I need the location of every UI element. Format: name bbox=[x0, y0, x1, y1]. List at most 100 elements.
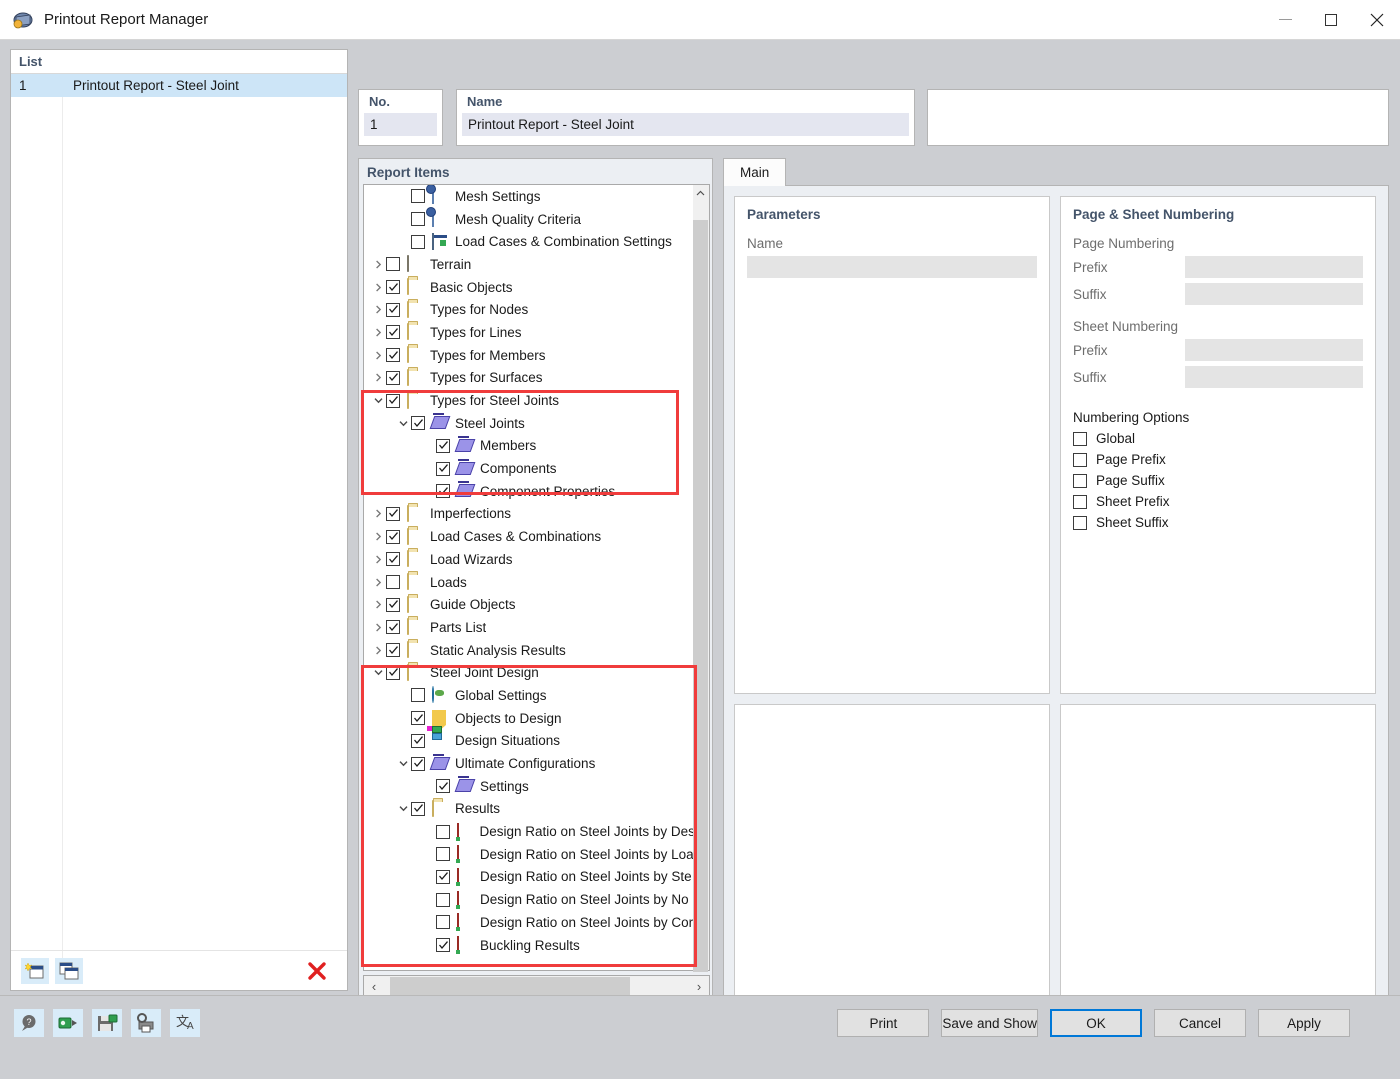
tree-item[interactable]: Steel Joints bbox=[364, 412, 693, 435]
chevron-down-icon[interactable] bbox=[370, 393, 386, 409]
tree-item-checkbox[interactable] bbox=[411, 189, 425, 203]
chevron-down-icon[interactable] bbox=[395, 801, 411, 817]
tree-item-checkbox[interactable] bbox=[386, 620, 400, 634]
list-item[interactable]: 1 Printout Report - Steel Joint bbox=[11, 74, 347, 97]
tree-item[interactable]: Components bbox=[364, 457, 693, 480]
chevron-right-icon[interactable] bbox=[370, 574, 386, 590]
tree-item-checkbox[interactable] bbox=[411, 734, 425, 748]
tree-item[interactable]: Objects to Design bbox=[364, 707, 693, 730]
tree-item[interactable]: Terrain bbox=[364, 253, 693, 276]
tree-item[interactable]: Steel Joint Design bbox=[364, 661, 693, 684]
numbering-option-row[interactable]: Page Prefix bbox=[1061, 446, 1375, 467]
tree-item-checkbox[interactable] bbox=[436, 825, 450, 839]
tree-item[interactable]: Load Wizards bbox=[364, 548, 693, 571]
tree-item[interactable]: Loads bbox=[364, 571, 693, 594]
tree-item[interactable]: Design Ratio on Steel Joints by Loa bbox=[364, 843, 693, 866]
numbering-option-checkbox[interactable] bbox=[1073, 495, 1087, 509]
chevron-right-icon[interactable] bbox=[370, 642, 386, 658]
tree-item[interactable]: Design Ratio on Steel Joints by Ste bbox=[364, 866, 693, 889]
chevron-right-icon[interactable] bbox=[370, 551, 386, 567]
chevron-right-icon[interactable] bbox=[370, 506, 386, 522]
tree-item[interactable]: Types for Lines bbox=[364, 321, 693, 344]
new-report-button[interactable] bbox=[21, 958, 49, 984]
tree-item-checkbox[interactable] bbox=[386, 666, 400, 680]
chevron-down-icon[interactable] bbox=[395, 415, 411, 431]
tree-vertical-scrollbar[interactable] bbox=[693, 184, 710, 971]
tree-item[interactable]: Types for Surfaces bbox=[364, 367, 693, 390]
chevron-right-icon[interactable] bbox=[370, 597, 386, 613]
report-items-tree[interactable]: Mesh SettingsMesh Quality CriteriaLoad C… bbox=[363, 184, 693, 971]
tree-item-checkbox[interactable] bbox=[436, 779, 450, 793]
tab-main[interactable]: Main bbox=[723, 158, 786, 186]
chevron-right-icon[interactable] bbox=[370, 347, 386, 363]
tree-item-checkbox[interactable] bbox=[386, 257, 400, 271]
tree-item-checkbox[interactable] bbox=[386, 507, 400, 521]
copy-report-button[interactable] bbox=[55, 958, 83, 984]
tree-item-checkbox[interactable] bbox=[411, 757, 425, 771]
tree-item-checkbox[interactable] bbox=[436, 938, 450, 952]
tree-item[interactable]: Load Cases & Combinations bbox=[364, 525, 693, 548]
minimize-button[interactable] bbox=[1262, 0, 1308, 40]
tree-item[interactable]: Types for Members bbox=[364, 344, 693, 367]
tree-item[interactable]: Parts List bbox=[364, 616, 693, 639]
numbering-option-row[interactable]: Sheet Prefix bbox=[1061, 488, 1375, 509]
tree-item-checkbox[interactable] bbox=[386, 394, 400, 408]
tree-item[interactable]: Ultimate Configurations bbox=[364, 752, 693, 775]
numbering-option-row[interactable]: Page Suffix bbox=[1061, 467, 1375, 488]
footer-button-save-and-show[interactable]: Save and Show bbox=[941, 1009, 1038, 1037]
tree-item-checkbox[interactable] bbox=[386, 325, 400, 339]
numbering-option-row[interactable]: Sheet Suffix bbox=[1061, 509, 1375, 530]
save-button[interactable] bbox=[92, 1009, 122, 1037]
tree-item[interactable]: Members bbox=[364, 435, 693, 458]
tree-item[interactable]: Guide Objects bbox=[364, 593, 693, 616]
tree-item-checkbox[interactable] bbox=[386, 575, 400, 589]
tree-item[interactable]: Results bbox=[364, 798, 693, 821]
scroll-up-icon[interactable] bbox=[693, 185, 708, 202]
language-button[interactable]: 文 A bbox=[170, 1009, 200, 1037]
chevron-right-icon[interactable] bbox=[370, 324, 386, 340]
name-input[interactable]: Printout Report - Steel Joint bbox=[462, 113, 909, 136]
delete-report-button[interactable] bbox=[303, 958, 331, 984]
parameters-name-input[interactable] bbox=[747, 256, 1037, 278]
tree-item[interactable]: Imperfections bbox=[364, 503, 693, 526]
chevron-right-icon[interactable] bbox=[370, 529, 386, 545]
tree-item-checkbox[interactable] bbox=[386, 598, 400, 612]
tree-item[interactable]: Buckling Results bbox=[364, 934, 693, 957]
tree-item-checkbox[interactable] bbox=[386, 280, 400, 294]
maximize-button[interactable] bbox=[1308, 0, 1354, 40]
tree-item-checkbox[interactable] bbox=[436, 484, 450, 498]
numbering-option-row[interactable]: Global bbox=[1061, 425, 1375, 446]
tree-scroll-thumb[interactable] bbox=[693, 220, 708, 972]
tree-item-checkbox[interactable] bbox=[436, 462, 450, 476]
numbering-option-checkbox[interactable] bbox=[1073, 516, 1087, 530]
tree-item[interactable]: Global Settings bbox=[364, 684, 693, 707]
tree-item[interactable]: Types for Nodes bbox=[364, 298, 693, 321]
tree-item-checkbox[interactable] bbox=[386, 303, 400, 317]
tree-item-checkbox[interactable] bbox=[411, 711, 425, 725]
print-settings-button[interactable] bbox=[131, 1009, 161, 1037]
numbering-option-checkbox[interactable] bbox=[1073, 432, 1087, 446]
tree-item-checkbox[interactable] bbox=[411, 688, 425, 702]
page-suffix-input[interactable] bbox=[1185, 283, 1363, 305]
scroll-left-icon[interactable]: ‹ bbox=[364, 979, 384, 994]
tree-item[interactable]: Load Cases & Combination Settings bbox=[364, 230, 693, 253]
tree-item[interactable]: Settings bbox=[364, 775, 693, 798]
hscroll-track[interactable] bbox=[384, 976, 689, 996]
chevron-right-icon[interactable] bbox=[370, 256, 386, 272]
chevron-right-icon[interactable] bbox=[370, 619, 386, 635]
footer-button-apply[interactable]: Apply bbox=[1258, 1009, 1350, 1037]
tree-item-checkbox[interactable] bbox=[436, 439, 450, 453]
tree-item-checkbox[interactable] bbox=[411, 212, 425, 226]
footer-button-ok[interactable]: OK bbox=[1050, 1009, 1142, 1037]
tree-item[interactable]: Design Ratio on Steel Joints by Des bbox=[364, 820, 693, 843]
sheet-suffix-input[interactable] bbox=[1185, 366, 1363, 388]
scroll-right-icon[interactable]: › bbox=[689, 979, 709, 994]
tree-item-checkbox[interactable] bbox=[411, 416, 425, 430]
tree-item-checkbox[interactable] bbox=[411, 802, 425, 816]
numbering-option-checkbox[interactable] bbox=[1073, 453, 1087, 467]
tree-item[interactable]: Mesh Quality Criteria bbox=[364, 208, 693, 231]
tree-item-checkbox[interactable] bbox=[436, 847, 450, 861]
footer-button-cancel[interactable]: Cancel bbox=[1154, 1009, 1246, 1037]
tree-item[interactable]: Types for Steel Joints bbox=[364, 389, 693, 412]
tree-item-checkbox[interactable] bbox=[386, 530, 400, 544]
